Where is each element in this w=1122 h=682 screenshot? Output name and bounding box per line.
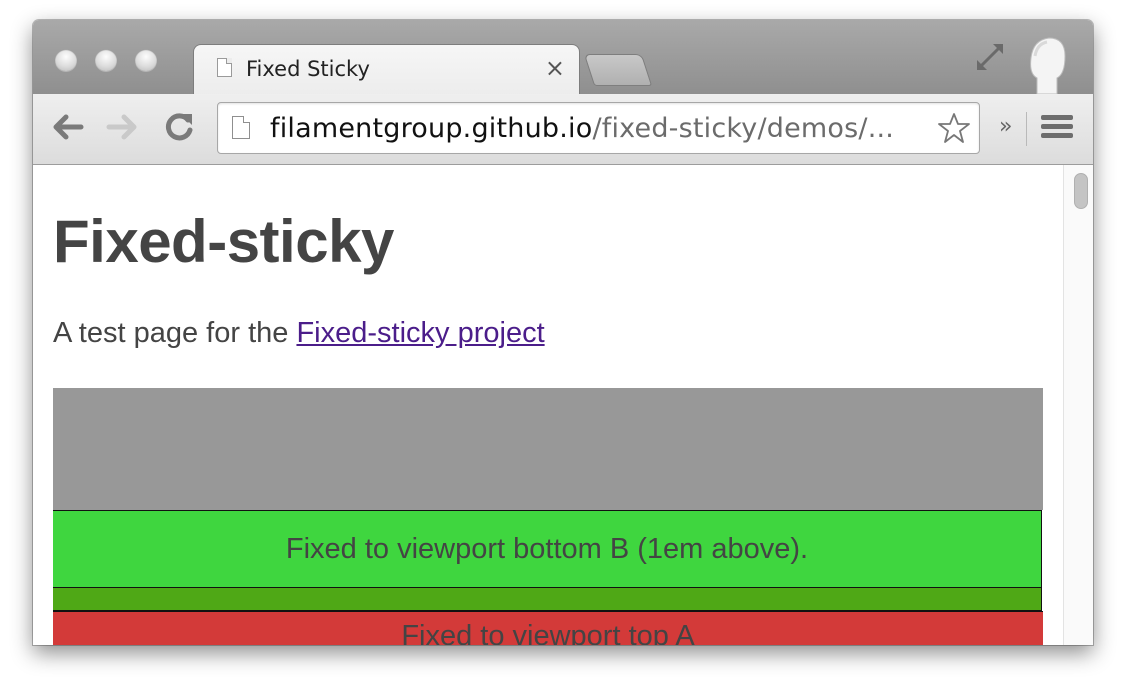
toolbar: filamentgroup.github.io/fixed-sticky/dem… [33, 94, 1093, 165]
vertical-scrollbar[interactable] [1063, 165, 1093, 645]
page-icon [217, 58, 232, 77]
page-content: Fixed-sticky A test page for the Fixed-s… [33, 165, 1063, 645]
url-path: /fixed-sticky/demos/... [592, 113, 895, 144]
back-button[interactable] [47, 110, 87, 144]
zoom-window-button[interactable] [135, 49, 157, 71]
sticky-top-a: Fixed to viewport top A [53, 611, 1043, 645]
browser-window: Fixed Sticky × filamentgroup.github.io/f… [33, 20, 1093, 645]
tab-fixed-sticky[interactable]: Fixed Sticky × [193, 44, 580, 97]
sticky-bottom-placeholder [53, 588, 1042, 611]
url-host: filamentgroup.github.io [270, 113, 593, 144]
toolbar-divider [1026, 112, 1027, 146]
menu-icon[interactable] [1041, 115, 1073, 141]
page-title: Fixed-sticky [53, 208, 394, 275]
address-bar[interactable]: filamentgroup.github.io/fixed-sticky/dem… [217, 102, 980, 154]
tab-title: Fixed Sticky [246, 57, 370, 81]
new-tab-button[interactable] [583, 54, 653, 86]
intro-paragraph: A test page for the Fixed-sticky project [53, 317, 545, 350]
extensions-overflow-button[interactable]: » [999, 114, 1012, 139]
profile-avatar-icon[interactable] [1023, 34, 1071, 94]
forward-button[interactable] [103, 110, 143, 144]
fullscreen-icon[interactable] [973, 40, 1007, 74]
close-window-button[interactable] [55, 49, 77, 71]
screen: Fixed Sticky × filamentgroup.github.io/f… [0, 0, 1122, 682]
intro-text: A test page for the [53, 317, 297, 349]
gray-spacer-box [53, 388, 1043, 510]
page-icon [232, 116, 250, 139]
sticky-top-a-text: Fixed to viewport top A [401, 620, 695, 646]
tab-strip: Fixed Sticky × [33, 20, 1093, 97]
minimize-window-button[interactable] [95, 49, 117, 71]
scrollbar-thumb[interactable] [1074, 173, 1088, 209]
reload-button[interactable] [159, 110, 199, 144]
sticky-bottom-b: Fixed to viewport bottom B (1em above). [53, 510, 1042, 588]
close-tab-button[interactable]: × [545, 54, 565, 82]
sticky-bottom-b-text: Fixed to viewport bottom B (1em above). [285, 532, 809, 565]
project-link[interactable]: Fixed-sticky project [296, 317, 544, 349]
bookmark-star-icon[interactable] [937, 111, 971, 145]
url-text[interactable]: filamentgroup.github.io/fixed-sticky/dem… [270, 113, 930, 144]
